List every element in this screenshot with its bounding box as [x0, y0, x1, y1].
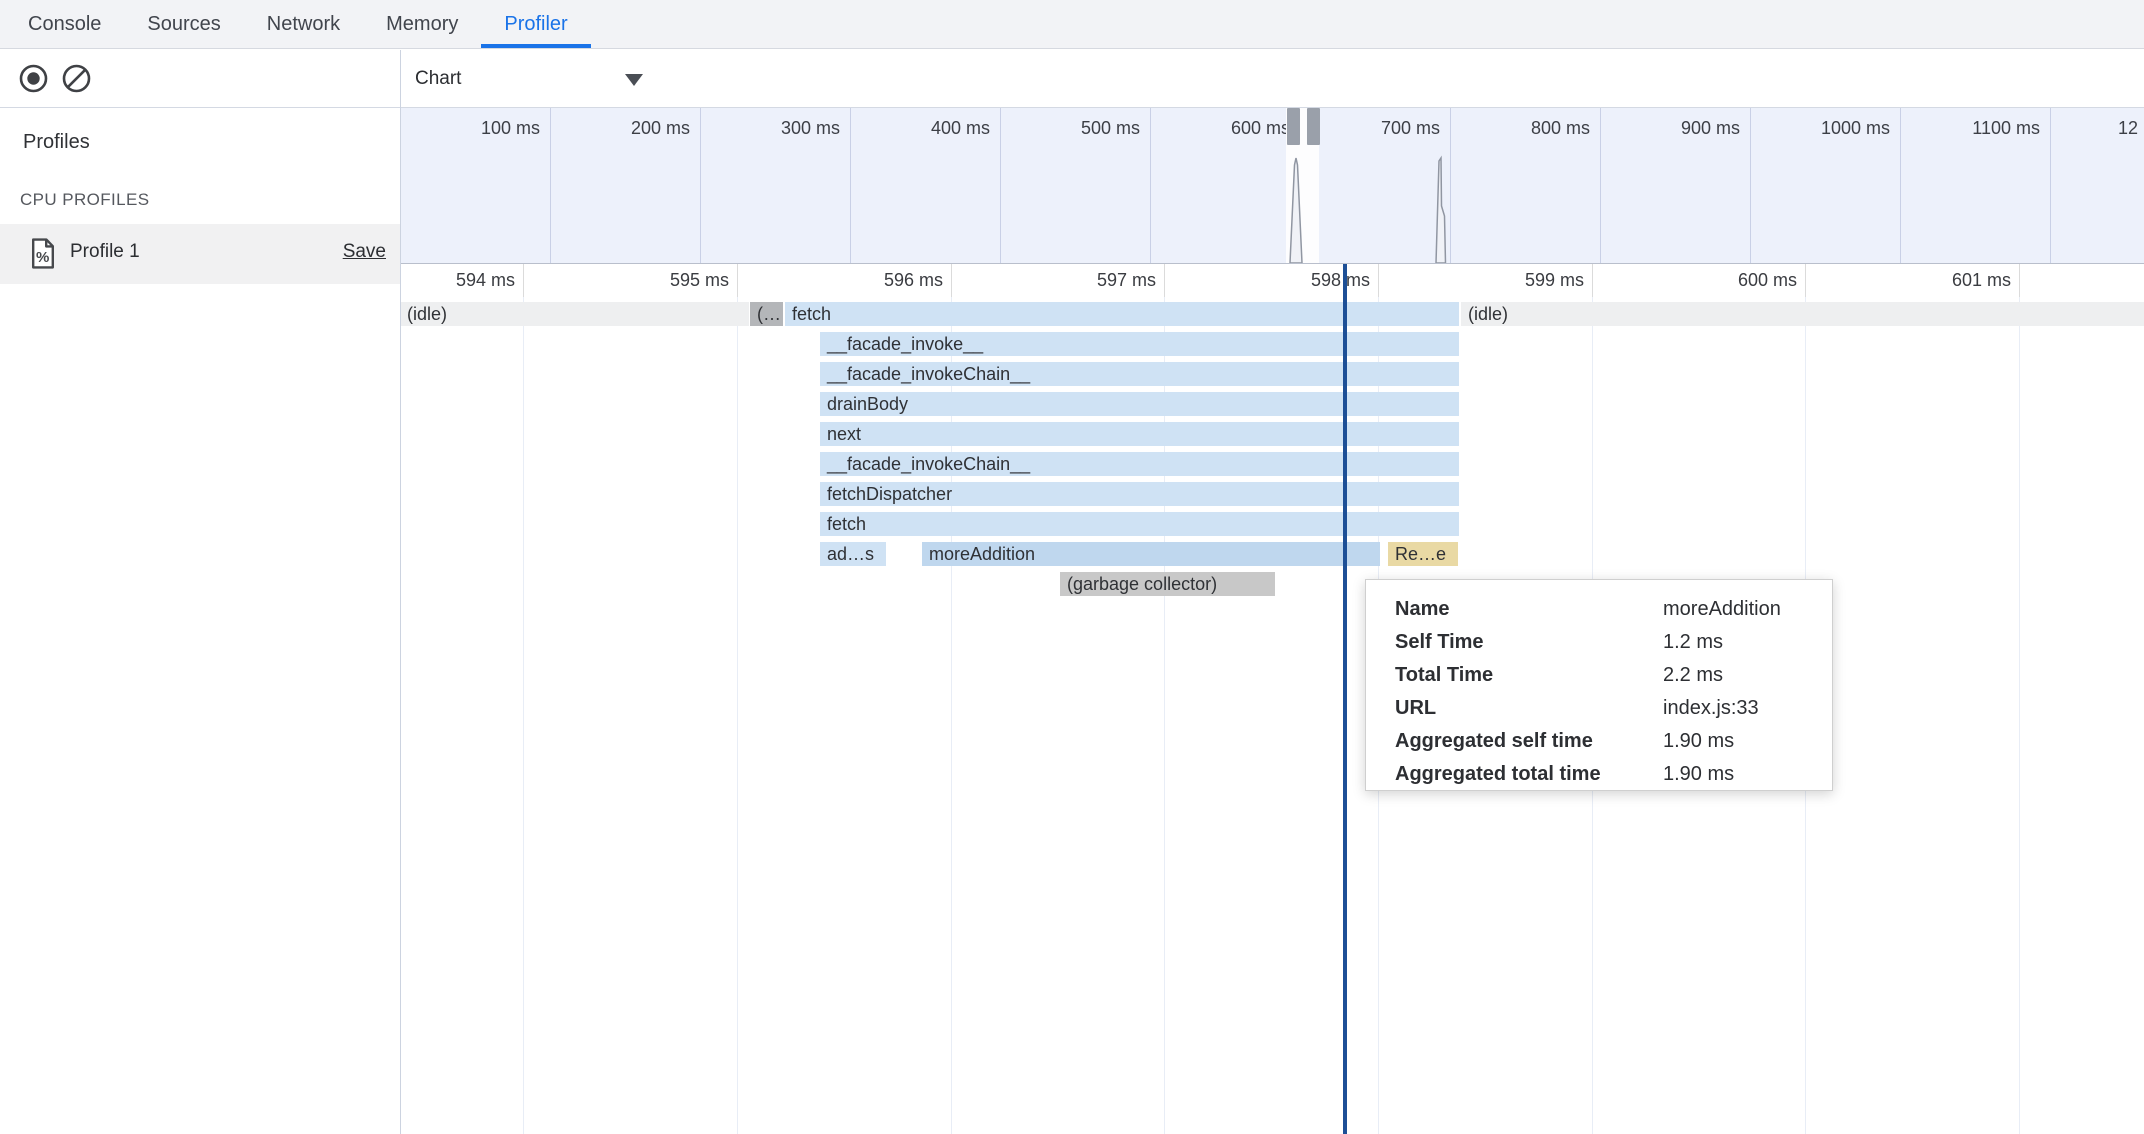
tab-network[interactable]: Network	[244, 0, 363, 48]
clear-icon	[61, 63, 92, 94]
flame-bar--facade-invoke-[interactable]: __facade_invoke__	[820, 332, 1459, 356]
tab-memory[interactable]: Memory	[363, 0, 481, 48]
tooltip-row-value: 2.2 ms	[1663, 659, 1832, 692]
flame-gridline	[737, 297, 738, 1134]
ruler-tick-line	[1378, 264, 1379, 297]
flame-bar-drainbody[interactable]: drainBody	[820, 392, 1459, 416]
flame-bar-fetch[interactable]: fetch	[820, 512, 1459, 536]
tooltip-row-value: index.js:33	[1663, 692, 1832, 725]
record-icon	[18, 63, 49, 94]
chart-view-select[interactable]: Chart	[415, 50, 461, 107]
tooltip-row: Total Time2.2 ms	[1395, 659, 1832, 692]
cpu-activity-spike	[1290, 158, 1302, 263]
ruler-tick-label: 597 ms	[1097, 270, 1156, 291]
tab-console[interactable]: Console	[5, 0, 124, 48]
tooltip-row-label: URL	[1395, 692, 1663, 725]
ruler-tick-line	[1164, 264, 1165, 297]
chart-view-select-value: Chart	[415, 68, 461, 90]
flame-bar--idle-[interactable]: (idle)	[1461, 302, 2144, 326]
ruler-tick-label: 598 ms	[1311, 270, 1370, 291]
flame-bar--idle-[interactable]: (idle)	[401, 302, 749, 326]
cpu-activity-spike	[1436, 158, 1446, 263]
tooltip-row-value: 1.2 ms	[1663, 626, 1832, 659]
profiles-heading: Profiles	[23, 131, 90, 154]
chevron-down-icon	[625, 74, 643, 86]
record-profile-button[interactable]	[18, 63, 49, 94]
tab-sources[interactable]: Sources	[124, 0, 243, 48]
timeline-overview[interactable]: 100 ms200 ms300 ms400 ms500 ms600 ms700 …	[401, 108, 2144, 265]
tooltip-row: Self Time1.2 ms	[1395, 626, 1832, 659]
sidebar-divider	[400, 50, 401, 1134]
tooltip-row-label: Name	[1395, 593, 1663, 626]
flame-gridline	[523, 297, 524, 1134]
ruler-tick-line	[2019, 264, 2020, 297]
tooltip-row: URLindex.js:33	[1395, 692, 1832, 725]
flame-bar-fetchdispatcher[interactable]: fetchDispatcher	[820, 482, 1459, 506]
sidebar-item-profile-1[interactable]: % Profile 1 Save	[0, 224, 400, 284]
svg-text:%: %	[36, 249, 49, 266]
ruler-tick-line	[951, 264, 952, 297]
flame-bar-moreaddition[interactable]: moreAddition	[922, 542, 1380, 566]
devtools-window: ConsoleSourcesNetworkMemoryProfiler Char…	[0, 0, 2144, 1134]
flame-gridline	[2019, 297, 2020, 1134]
clear-profiles-button[interactable]	[61, 63, 92, 94]
ruler-tick-label: 601 ms	[1952, 270, 2011, 291]
tooltip-row: Aggregated self time1.90 ms	[1395, 725, 1832, 758]
flame-bar--facade-invokechain-[interactable]: __facade_invokeChain__	[820, 362, 1459, 386]
cpu-activity-sparkline	[401, 108, 2144, 263]
selected-time-marker	[1343, 264, 1347, 1134]
flame-bar-fetch[interactable]: fetch	[785, 302, 1459, 326]
ruler-tick-line	[1805, 264, 1806, 297]
ruler-tick-line	[737, 264, 738, 297]
tooltip-row: Aggregated total time1.90 ms	[1395, 758, 1832, 791]
ruler-tick-label: 599 ms	[1525, 270, 1584, 291]
frame-details-tooltip: NamemoreAdditionSelf Time1.2 msTotal Tim…	[1365, 579, 1833, 791]
tooltip-row-label: Self Time	[1395, 626, 1663, 659]
ruler-tick-label: 596 ms	[884, 270, 943, 291]
profile-name: Profile 1	[70, 241, 140, 263]
flame-bar--[interactable]: (…	[750, 302, 783, 326]
flame-bar--facade-invokechain-[interactable]: __facade_invokeChain__	[820, 452, 1459, 476]
cpu-profiles-section-label: CPU PROFILES	[20, 190, 150, 210]
tooltip-row-label: Aggregated self time	[1395, 725, 1663, 758]
flame-bar-re-e[interactable]: Re…e	[1388, 542, 1458, 566]
tooltip-row-label: Aggregated total time	[1395, 758, 1663, 791]
devtools-tab-bar: ConsoleSourcesNetworkMemoryProfiler	[0, 0, 2144, 49]
flame-bar-next[interactable]: next	[820, 422, 1459, 446]
tooltip-row-label: Total Time	[1395, 659, 1663, 692]
ruler-tick-label: 594 ms	[456, 270, 515, 291]
tooltip-row-value: moreAddition	[1663, 593, 1832, 626]
flame-chart-ruler: 594 ms 595 ms 596 ms 597 ms 598 ms 599 ms 600 …	[401, 264, 2144, 297]
tab-profiler[interactable]: Profiler	[481, 0, 590, 48]
tooltip-row-value: 1.90 ms	[1663, 725, 1832, 758]
profiler-toolbar	[0, 50, 2144, 108]
ruler-tick-line	[1592, 264, 1593, 297]
profile-document-icon: %	[31, 238, 55, 274]
ruler-tick-line	[523, 264, 524, 297]
tooltip-row: NamemoreAddition	[1395, 593, 1832, 626]
save-profile-link[interactable]: Save	[343, 241, 386, 263]
flame-bar--garbage-collector-[interactable]: (garbage collector)	[1060, 572, 1275, 596]
flame-chart[interactable]: (idle)(…fetch(idle)__facade_invoke____fa…	[401, 297, 2144, 1134]
ruler-tick-label: 595 ms	[670, 270, 729, 291]
ruler-tick-label: 600 ms	[1738, 270, 1797, 291]
flame-bar-ad-s[interactable]: ad…s	[820, 542, 886, 566]
tooltip-row-value: 1.90 ms	[1663, 758, 1832, 791]
